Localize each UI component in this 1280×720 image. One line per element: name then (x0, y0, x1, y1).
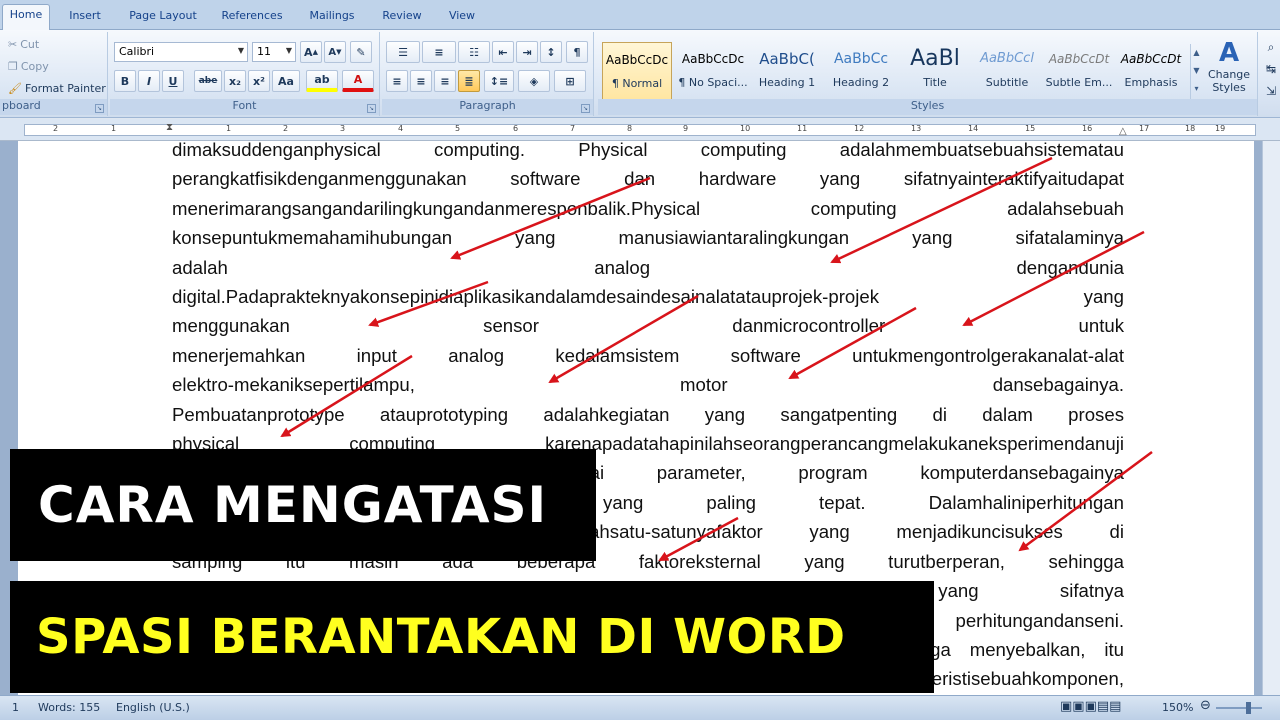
chevron-down-icon: ▼ (237, 46, 244, 55)
align-center-icon[interactable]: ≡ (410, 70, 432, 92)
style-emphasis[interactable]: AaBbCcDt Emphasis (1116, 42, 1186, 104)
zoom-out-icon[interactable]: ⊖ (1200, 698, 1211, 713)
zoom-slider-thumb[interactable] (1246, 702, 1251, 714)
text-line: menerjemahkan input analog kedalamsistem… (172, 344, 1124, 366)
ribbon-tab-bar: Home Insert Page Layout References Maili… (0, 0, 1280, 31)
tab-page-layout[interactable]: Page Layout (124, 6, 202, 28)
ribbon: ✂ Cut ❐ Copy 🖌 Format Painter pboard ↘ Cali… (0, 30, 1280, 118)
change-styles-button[interactable]: A Change Styles (1204, 38, 1254, 108)
copy-icon: ❐ (8, 60, 18, 73)
tab-home[interactable]: Home (2, 4, 50, 31)
bullets-icon[interactable]: ☰ (386, 41, 420, 63)
text-line: Pembuatanprototype atauprototyping adala… (172, 403, 1124, 425)
clear-formatting-icon[interactable]: ✎ (350, 41, 372, 63)
grow-font-button[interactable]: A ▲ (300, 41, 322, 63)
superscript-button[interactable]: x² (248, 70, 270, 92)
text-line: menerimarangsangandarilingkungandanmeres… (172, 197, 1124, 219)
line-spacing-icon[interactable]: ↕≡ (484, 70, 514, 92)
style-heading-2[interactable]: AaBbCc Heading 2 (826, 42, 896, 104)
zoom-slider[interactable] (1216, 707, 1262, 709)
page-indicator[interactable]: 1 (12, 701, 19, 714)
justify-icon[interactable]: ≣ (458, 70, 480, 92)
decrease-indent-icon[interactable]: ⇤ (492, 41, 514, 63)
change-case-button[interactable]: Aa (272, 70, 300, 92)
clipboard-group-label: pboard (0, 99, 107, 115)
cut-button[interactable]: ✂ Cut (8, 38, 39, 51)
tab-view[interactable]: View (442, 6, 482, 28)
font-color-icon[interactable]: A (342, 70, 374, 92)
underline-button[interactable]: U (162, 70, 184, 92)
tab-review[interactable]: Review (378, 6, 426, 28)
clipboard-launcher-icon[interactable]: ↘ (95, 104, 104, 113)
word-count[interactable]: Words: 155 (38, 701, 100, 714)
indent-marker-icon[interactable]: ⧗ (166, 122, 173, 133)
ruler-scale: 2 1 1 2 3 4 5 6 7 8 9 10 11 12 13 14 15 … (24, 124, 1256, 136)
chevron-down-icon: ▼ (285, 46, 292, 55)
right-indent-marker-icon[interactable]: △ (1119, 126, 1127, 137)
change-styles-icon: A (1218, 38, 1240, 68)
style-subtle-emphasis[interactable]: AaBbCcDt Subtle Em... (1044, 42, 1114, 104)
text-line: adalah analog dengandunia (172, 256, 1124, 278)
styles-scroll[interactable]: ▲ ▼ ▾ (1190, 44, 1202, 104)
sort-icon[interactable]: ↕ (540, 41, 562, 63)
paragraph-group: ☰ ≡ ☷ ⇤ ⇥ ↕ ¶ ≡ ≡ ≡ ≣ ↕≡ ◈ ⊞ Paragraph ↘ (382, 32, 594, 116)
style-heading-1[interactable]: AaBbC( Heading 1 (752, 42, 822, 104)
view-buttons-icon[interactable]: ▣▣▣▤▤ (1060, 699, 1121, 714)
italic-button[interactable]: I (138, 70, 160, 92)
word-window: Home Insert Page Layout References Maili… (0, 0, 1280, 720)
numbering-icon[interactable]: ≡ (422, 41, 456, 63)
font-launcher-icon[interactable]: ↘ (367, 104, 376, 113)
strikethrough-button[interactable]: abe (194, 70, 222, 92)
scissors-icon: ✂ (8, 38, 18, 51)
font-name-combo[interactable]: Calibri ▼ (114, 42, 248, 62)
text-line: dimaksuddenganphysical computing. Physic… (172, 141, 1124, 160)
multilevel-list-icon[interactable]: ☷ (458, 41, 490, 63)
font-group: Calibri ▼ 11 ▼ A ▲ A ▼ ✎ B I U abe x₂ x² Aa … (110, 32, 380, 116)
title-banner-line-2: SPASI BERANTAKAN DI WORD (10, 581, 934, 693)
zoom-level[interactable]: 150% (1162, 701, 1193, 714)
format-painter-button[interactable]: 🖌 Format Painter (8, 82, 106, 95)
text-line: konsepuntukmemahamihubungan yang manusia… (172, 227, 1124, 249)
styles-group: AaBbCcDc ¶ Normal AaBbCcDc ¶ No Spaci...… (598, 32, 1258, 116)
text-line: digital.Padaprakteknyakonsepinidiaplikas… (172, 286, 1124, 308)
increase-indent-icon[interactable]: ⇥ (516, 41, 538, 63)
font-size-combo[interactable]: 11 ▼ (252, 42, 296, 62)
vertical-scrollbar[interactable] (1262, 141, 1280, 695)
font-group-label: Font (110, 99, 379, 115)
style-title[interactable]: AaBl Title (900, 42, 970, 104)
style-normal[interactable]: AaBbCcDc ¶ Normal (602, 42, 672, 104)
bold-button[interactable]: B (114, 70, 136, 92)
show-formatting-icon[interactable]: ¶ (566, 41, 588, 63)
editing-group-icon[interactable]: ⌕ ↹ ⇲ (1262, 36, 1280, 116)
copy-button[interactable]: ❐ Copy (8, 60, 49, 73)
tab-mailings[interactable]: Mailings (304, 6, 360, 28)
paragraph-launcher-icon[interactable]: ↘ (581, 104, 590, 113)
align-left-icon[interactable]: ≡ (386, 70, 408, 92)
style-no-spacing[interactable]: AaBbCcDc ¶ No Spaci... (678, 42, 748, 104)
text-line: menggunakan sensor danmicrocontroller un… (172, 315, 1124, 337)
subscript-button[interactable]: x₂ (224, 70, 246, 92)
paragraph-group-label: Paragraph (382, 99, 593, 115)
align-right-icon[interactable]: ≡ (434, 70, 456, 92)
style-subtitle[interactable]: AaBbCcl Subtitle (972, 42, 1042, 104)
highlight-icon[interactable]: ab (306, 70, 338, 92)
tab-insert[interactable]: Insert (62, 6, 108, 28)
borders-icon[interactable]: ⊞ (554, 70, 586, 92)
text-line: perangkatfisikdenganmenggunakan software… (172, 168, 1124, 190)
shading-icon[interactable]: ◈ (518, 70, 550, 92)
title-banner-line-1: CARA MENGATASI (10, 449, 596, 561)
shrink-font-button[interactable]: A ▼ (324, 41, 346, 63)
text-line: elektro-mekaniksepertilampu, motor danse… (172, 374, 1124, 396)
tab-references[interactable]: References (216, 6, 288, 28)
horizontal-ruler[interactable]: 2 1 1 2 3 4 5 6 7 8 9 10 11 12 13 14 15 … (0, 119, 1280, 141)
clipboard-group: ✂ Cut ❐ Copy 🖌 Format Painter pboard ↘ (0, 32, 108, 116)
status-bar: 1 Words: 155 English (U.S.) ▣▣▣▤▤ 150% ⊖ (0, 695, 1280, 720)
brush-icon: 🖌 (8, 82, 22, 95)
styles-group-label: Styles (598, 99, 1257, 115)
language-indicator[interactable]: English (U.S.) (116, 701, 190, 714)
